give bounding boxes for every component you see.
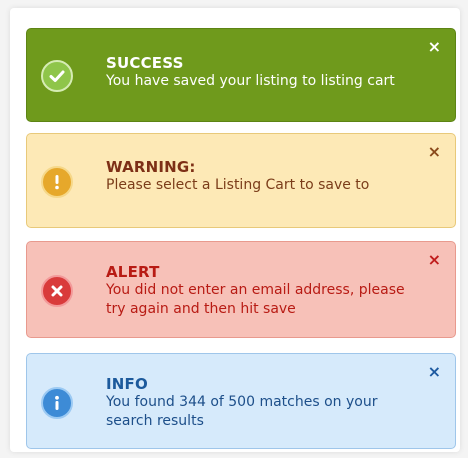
exclamation-icon [41,166,73,198]
success-alert: SUCCESS You have saved your listing to l… [26,28,456,122]
success-message: You have saved your listing to listing c… [106,73,395,89]
success-text: SUCCESS You have saved your listing to l… [106,54,415,91]
success-close-button[interactable]: × [428,39,441,55]
warning-title: WARNING: [106,158,196,176]
info-alert: INFO You found 344 of 500 matches on you… [26,353,456,449]
error-alert: ALERT You did not enter an email address… [26,241,456,338]
error-message: You did not enter an email address, plea… [106,282,405,317]
warning-text: WARNING: Please select a Listing Cart to… [106,158,415,195]
warning-close-button[interactable]: × [428,144,441,160]
info-text: INFO You found 344 of 500 matches on you… [106,375,415,431]
warning-alert: WARNING: Please select a Listing Cart to… [26,133,456,228]
info-message: You found 344 of 500 matches on your sea… [106,394,378,429]
x-icon [41,275,73,307]
success-title: SUCCESS [106,54,184,72]
error-title: ALERT [106,263,160,281]
info-icon [41,387,73,419]
error-close-button[interactable]: × [428,252,441,268]
error-text: ALERT You did not enter an email address… [106,263,415,319]
info-close-button[interactable]: × [428,364,441,380]
info-title: INFO [106,375,148,393]
check-icon [41,60,73,92]
warning-message: Please select a Listing Cart to save to [106,177,370,193]
